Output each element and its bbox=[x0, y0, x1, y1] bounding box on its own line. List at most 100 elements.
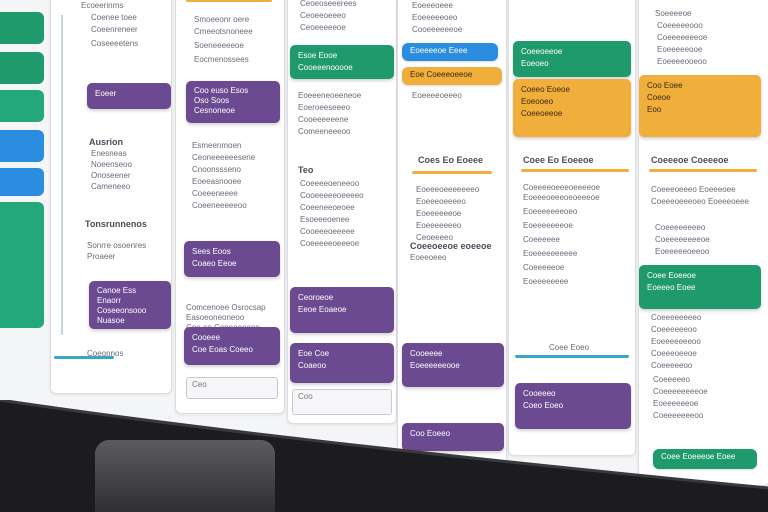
task-text: Cooeeeoeeeee bbox=[300, 227, 355, 236]
task-text: Eoeeeeeeee bbox=[523, 277, 569, 286]
left-tile[interactable] bbox=[0, 90, 44, 122]
task-card[interactable]: Sees Eoos Coaeo Eeoe bbox=[184, 241, 280, 277]
section-heading: Teo bbox=[298, 165, 314, 175]
task-text: Esmeenmoen bbox=[192, 141, 242, 150]
task-card-title: Cooeeee bbox=[410, 349, 443, 358]
task-text: Eoeeeneoeeneoe bbox=[298, 91, 362, 100]
left-tile-strip bbox=[0, 0, 46, 340]
task-text: Eoeeeeeeoe bbox=[416, 209, 462, 218]
task-text: Cameneeo bbox=[91, 182, 131, 191]
task-text: Enesneas bbox=[91, 149, 127, 158]
task-text: Eoeroeeseeeo bbox=[298, 103, 351, 112]
task-text: Ceoeeoeeeo bbox=[300, 11, 346, 20]
task-text: Eoeeeoeee bbox=[412, 1, 453, 10]
column-header-bar bbox=[186, 0, 272, 2]
task-card[interactable]: Cooeeee Eoeeeeeeooe bbox=[402, 343, 504, 387]
section-heading: Coee Eo Eoeeoe bbox=[523, 155, 594, 165]
task-card-line: Cesnoneoe bbox=[194, 106, 235, 115]
task-card-line: Coeeoeeoe bbox=[521, 109, 563, 118]
task-card-line: Eoeeeo Eoee bbox=[647, 283, 696, 292]
task-card[interactable]: Eoe Coe Coaeoo bbox=[290, 343, 394, 383]
monitor-stand bbox=[95, 440, 275, 512]
task-card[interactable]: Coeeoeeoe Eoeoeo bbox=[513, 41, 631, 77]
left-tile[interactable] bbox=[0, 168, 44, 196]
status-pill-label: Eoeeeeoe Eeee bbox=[410, 46, 468, 55]
task-text: Coeeeeee bbox=[523, 235, 560, 244]
task-text: Coeeeeeeeeo bbox=[655, 223, 706, 232]
left-tile[interactable] bbox=[0, 130, 44, 162]
task-text: Eoeeeeeeeo bbox=[416, 221, 462, 230]
task-text: Ceoneeeeeesene bbox=[192, 153, 256, 162]
task-text: Eocmenossees bbox=[194, 55, 249, 64]
task-card-line: Eoo bbox=[647, 105, 662, 114]
task-card[interactable]: Coee Eoeeoe Eoeeeo Eoee bbox=[639, 265, 761, 309]
task-text: Coeeeeeooo bbox=[657, 21, 703, 30]
task-text: Smoeeonr oere bbox=[194, 15, 250, 24]
task-text: Eoeeeeeeeoo bbox=[651, 337, 701, 346]
task-text: Eoeeeeeeeeee bbox=[523, 249, 578, 258]
task-card-line: Cooeeenooooe bbox=[298, 63, 353, 72]
task-card-line: Enaorr bbox=[97, 296, 122, 305]
progress-bar bbox=[515, 355, 629, 358]
task-text: Coeeeeeeeeo bbox=[651, 313, 702, 322]
task-text: Ceoeeeeeoe bbox=[300, 23, 346, 32]
section-heading: Coeeoeeoe eoeeoe bbox=[410, 241, 492, 251]
task-text: Coeeeeeeeeoe bbox=[655, 235, 710, 244]
task-text: Easoeoneoneoo bbox=[186, 313, 245, 322]
task-card[interactable]: Coeeo Eoeoe Eoeooeo Coeeoeeoe bbox=[513, 79, 631, 137]
board-column-3: Ceoeoseeerees Ceoeeoeeeo Ceoeeeeeoe Esoe… bbox=[287, 0, 397, 424]
task-card-title: Cooeeeo bbox=[523, 389, 556, 398]
task-card-line: Oso Soos bbox=[194, 96, 230, 105]
task-text: Sonrre osoenres bbox=[87, 241, 147, 250]
task-card[interactable]: Ceoroeoe Eeoe Eoaeoe bbox=[290, 287, 394, 333]
task-card-title: Eoe Coe bbox=[298, 349, 330, 358]
task-text: Ecoeerinms bbox=[81, 1, 124, 10]
section-heading: Coes Eo Eoeee bbox=[418, 155, 484, 165]
add-task-input[interactable]: Ceo bbox=[186, 377, 278, 399]
task-card-line: Nuasoe bbox=[97, 316, 125, 325]
task-text: Coseeeetens bbox=[91, 39, 139, 48]
task-card[interactable]: Coo euso Esos Oso Soos Cesnoneoe bbox=[186, 81, 280, 123]
task-text: Eoeeeeeoeo bbox=[412, 13, 458, 22]
task-text: Esoeeeoenee bbox=[300, 215, 350, 224]
task-card[interactable]: Cooeee Coe Eoas Coeeo bbox=[184, 327, 280, 365]
status-pill[interactable]: Eoe Coeeeoeeoe bbox=[402, 67, 502, 85]
left-tile[interactable] bbox=[0, 52, 44, 84]
task-text: Cooeeeeeeoe bbox=[412, 25, 463, 34]
task-text: Eoeeeeeoeeoo bbox=[655, 247, 710, 256]
board-column-5: Coeeoeeoe Eoeoeo Coeeo Eoeoe Eoeooeo Coe… bbox=[508, 0, 636, 456]
task-card-title: Cooeee bbox=[192, 333, 221, 342]
task-text: Coee Eoeo bbox=[549, 343, 590, 352]
task-text: Coeeeeeoe bbox=[523, 263, 565, 272]
task-text: Comeeneeeoo bbox=[298, 127, 351, 136]
left-tile[interactable] bbox=[0, 202, 44, 328]
board-column-4: Eoeeeoeee Eoeeeeeoeo Cooeeeeeeoe Eoeeeeo… bbox=[397, 0, 507, 466]
task-text: Soeeeeoe bbox=[655, 9, 692, 18]
task-text: Eoeeeoeeeeo bbox=[416, 197, 466, 206]
task-text: Eoeeeeeeeoe bbox=[523, 221, 573, 230]
task-card-line: Eoeooeo bbox=[521, 97, 554, 106]
progress-bar bbox=[521, 169, 629, 172]
task-card-line: Eeoe Eoaeoe bbox=[298, 305, 347, 314]
task-card-line: Coeoe bbox=[647, 93, 671, 102]
left-tile[interactable] bbox=[0, 12, 44, 44]
task-card[interactable]: Esoe Eooe Cooeeenooooe bbox=[290, 45, 394, 79]
task-card-line: Eoeoeo bbox=[521, 59, 549, 68]
task-card[interactable]: Eoeer bbox=[87, 83, 171, 109]
column-divider bbox=[61, 15, 63, 335]
task-card[interactable]: Coo Eoee Coeoe Eoo bbox=[639, 75, 761, 137]
task-text: Coeeeoeeeo Eoeeeoee bbox=[651, 185, 736, 194]
task-card-title: Canoe Ess bbox=[97, 286, 137, 295]
task-card[interactable]: Canoe Ess Enaorr Coseeonsooo Nuasoe bbox=[89, 281, 171, 329]
task-card-title: Coeeoeeoe bbox=[521, 47, 563, 56]
task-card-title: Coeeo Eoeoe bbox=[521, 85, 570, 94]
task-card-title: Coee Eoeeoe bbox=[647, 271, 696, 280]
task-card-line: Coaeo Eeoe bbox=[192, 259, 237, 268]
task-card-title: Esoe Eooe bbox=[298, 51, 338, 60]
task-text: Onoseener bbox=[91, 171, 131, 180]
status-pill[interactable]: Eoeeeeoe Eeee bbox=[402, 43, 498, 61]
section-heading: Tonsrunnenos bbox=[85, 219, 147, 229]
task-text: Cmeeotsnoneee bbox=[194, 27, 253, 36]
task-card-title: Coo euso Esos bbox=[194, 86, 249, 95]
task-text: Coeeneeoeoee bbox=[300, 203, 355, 212]
